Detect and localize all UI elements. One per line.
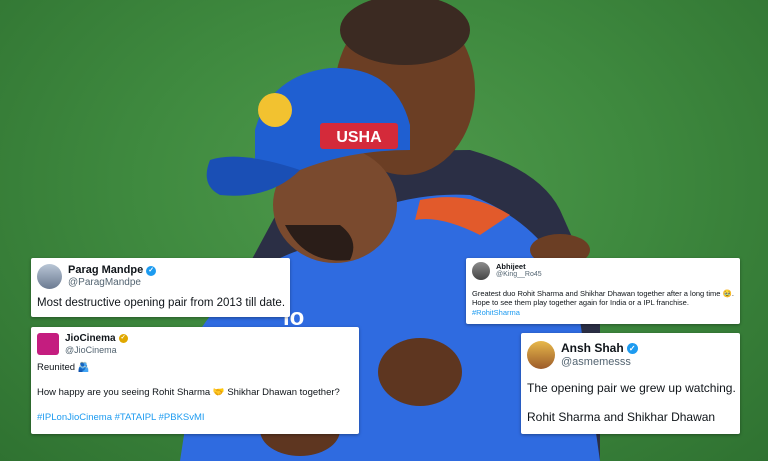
tweet-text-line-1: Reunited 🫂: [37, 362, 90, 373]
display-name[interactable]: Ansh Shah: [561, 341, 624, 356]
display-name-row: Parag Mandpe ✓: [68, 264, 157, 277]
tweet-text-line-1: The opening pair we grew up watching.: [527, 381, 736, 395]
tweet-card-abhijeet[interactable]: Abhijeet @King__Ro45 Greatest duo Rohit …: [466, 258, 740, 324]
display-name[interactable]: Abhijeet: [496, 262, 542, 272]
user-handle[interactable]: @ParagMandpe: [68, 277, 156, 289]
tweet-header: Parag Mandpe ✓ @ParagMandpe: [31, 258, 290, 289]
user-handle[interactable]: @asmemesss: [561, 356, 638, 369]
user-handle[interactable]: @JioCinema: [65, 345, 128, 355]
display-name-row: Ansh Shah ✓: [561, 341, 638, 356]
tweet-header: Ansh Shah ✓ @asmemesss: [521, 333, 740, 369]
photo-scene: USHA io Parag Mandpe ✓ @ParagMandpe Most…: [0, 0, 768, 461]
tweet-card-ansh[interactable]: Ansh Shah ✓ @asmemesss The opening pair …: [521, 333, 740, 434]
avatar[interactable]: [37, 264, 62, 289]
user-handle[interactable]: @King__Ro45: [496, 271, 542, 279]
verified-badge-icon: ✓: [626, 343, 638, 355]
cap-sponsor-text: USHA: [336, 129, 382, 146]
display-name[interactable]: JioCinema: [65, 333, 116, 345]
tweet-text: Most destructive opening pair from 2013 …: [37, 297, 286, 309]
display-name-row: JioCinema ✓: [65, 333, 128, 345]
cap-logo: [258, 93, 292, 127]
tweet-header: Abhijeet @King__Ro45: [466, 258, 740, 280]
gold-verified-badge-icon: ✓: [118, 334, 128, 344]
tweet-header: JioCinema ✓ @JioCinema: [31, 327, 359, 355]
display-name[interactable]: Parag Mandpe: [68, 264, 143, 277]
tweet-text-line-2: How happy are you seeing Rohit Sharma 🤝 …: [37, 386, 340, 398]
avatar[interactable]: [472, 262, 490, 280]
avatar[interactable]: [527, 341, 555, 369]
tweet-card-parag[interactable]: Parag Mandpe ✓ @ParagMandpe Most destruc…: [31, 258, 290, 317]
tweet-hashtags[interactable]: #RohitSharma: [472, 308, 520, 317]
jiocinema-logo-avatar[interactable]: [37, 333, 59, 355]
verified-badge-icon: ✓: [146, 265, 157, 276]
tweet-text: Greatest duo Rohit Sharma and Shikhar Dh…: [472, 289, 734, 308]
tweet-hashtags[interactable]: #IPLonJioCinema #TATAIPL #PBKSvMI: [37, 412, 359, 424]
tweet-text-line-2: Rohit Sharma and Shikhar Dhawan: [527, 410, 716, 424]
hand-right: [378, 338, 462, 406]
tweet-card-jiocinema[interactable]: JioCinema ✓ @JioCinema Reunited 🫂 How ha…: [31, 327, 359, 434]
